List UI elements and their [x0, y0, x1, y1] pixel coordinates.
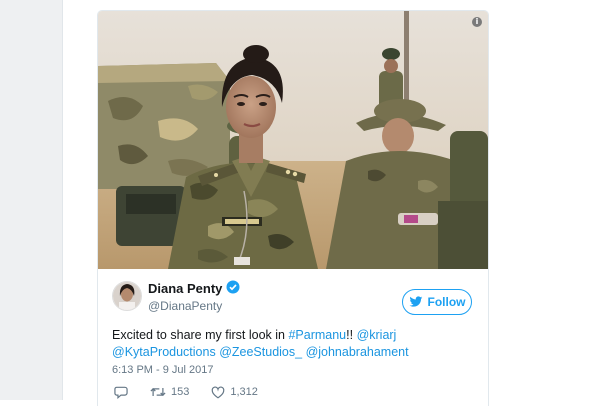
info-icon[interactable]: i — [472, 17, 482, 27]
verified-badge-icon — [226, 280, 240, 294]
retweet-icon — [150, 386, 166, 398]
tweet-text-part2: !! — [346, 328, 357, 342]
bird-icon — [409, 296, 423, 308]
like-button[interactable]: 1,312 — [211, 385, 258, 399]
reply-icon — [114, 386, 128, 399]
avatar-image — [113, 282, 141, 310]
tweet-timestamp[interactable]: 6:13 PM - 9 Jul 2017 — [112, 364, 214, 376]
tweet-text-part1: Excited to share my first look in — [112, 328, 289, 342]
avatar[interactable] — [112, 281, 142, 311]
follow-label: Follow — [427, 295, 466, 309]
mention-link[interactable]: @ZeeStudios_ — [219, 345, 302, 359]
hashtag-link[interactable]: #Parmanu — [288, 328, 346, 342]
tweet-photo[interactable]: i — [98, 11, 488, 269]
username[interactable]: @DianaPenty — [148, 299, 222, 313]
like-count: 1,312 — [230, 386, 258, 398]
follow-button[interactable]: Follow — [402, 289, 472, 315]
tweet-text: Excited to share my first look in #Parma… — [112, 327, 477, 361]
heart-icon — [211, 385, 225, 399]
tweet-header: Diana Penty @DianaPenty Follow — [112, 279, 474, 323]
reply-button[interactable] — [114, 386, 128, 399]
display-name[interactable]: Diana Penty — [148, 281, 222, 296]
retweet-button[interactable]: 153 — [150, 386, 189, 398]
photo-scene — [98, 11, 488, 269]
mention-link[interactable]: @johnabrahament — [306, 345, 409, 359]
page-left-margin — [0, 0, 63, 400]
mention-link[interactable]: @kriarj — [357, 328, 397, 342]
retweet-count: 153 — [171, 386, 190, 398]
tweet-actions: 153 1,312 — [114, 384, 280, 400]
mention-link[interactable]: @KytaProductions — [112, 345, 216, 359]
embedded-tweet-card: i Diana Penty @DianaPenty Follow Excited… — [97, 10, 489, 406]
